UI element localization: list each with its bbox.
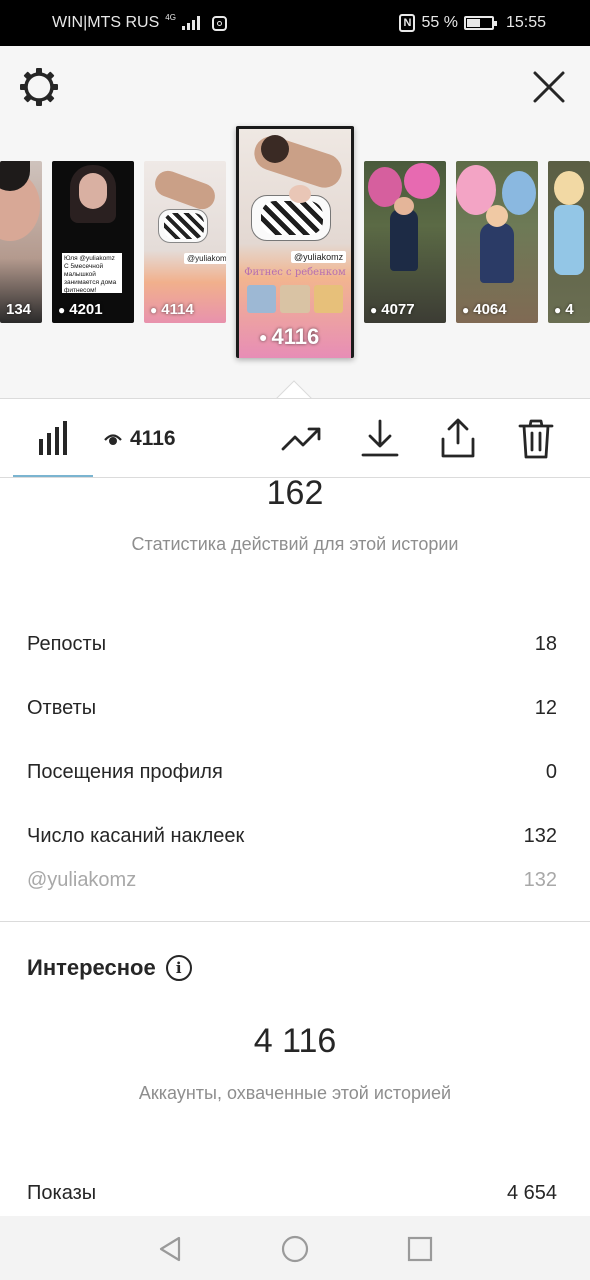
stat-value: 4 654 xyxy=(506,1182,557,1204)
stat-label: Показы xyxy=(27,1182,97,1204)
viewers-tab[interactable]: 4116 xyxy=(104,427,176,451)
nfc-icon: N xyxy=(399,14,416,32)
story-thumbnail[interactable]: @yuliakomz ●4114 xyxy=(144,161,226,323)
clock: 15:55 xyxy=(505,14,546,31)
download-icon[interactable] xyxy=(358,417,402,461)
mention-sticker: @yuliakomz xyxy=(291,251,347,263)
mention-sticker: @yuliakomz xyxy=(184,253,226,264)
story-thumbnail-selected[interactable]: @yuliakomz Фитнес с ребенком ● 4116 xyxy=(236,126,354,358)
close-icon[interactable] xyxy=(530,68,568,106)
selection-pointer xyxy=(276,380,312,399)
story-insights-tabbar: 4116 xyxy=(0,398,590,478)
stat-label: @yuliakomz xyxy=(27,869,137,891)
info-icon[interactable]: i xyxy=(165,955,192,981)
story-thumbnail[interactable]: 134 xyxy=(0,161,42,323)
eye-icon xyxy=(104,434,122,445)
battery-percent: 55 % xyxy=(421,14,458,31)
story-thumbnail[interactable]: ● 4064 xyxy=(456,161,538,323)
stat-label: Посещения профиля xyxy=(27,761,223,783)
system-navigation-bar xyxy=(0,1216,590,1280)
stat-row-replies: Ответы 12 xyxy=(27,697,557,720)
stat-row-shares: Репосты 18 xyxy=(27,633,557,656)
insights-bar-chart-icon[interactable] xyxy=(37,421,69,455)
stat-row-impressions: Показы 4 654 xyxy=(27,1182,557,1205)
home-circle-icon[interactable] xyxy=(280,1234,310,1264)
interactions-subtitle: Статистика действий для этой истории xyxy=(131,534,459,554)
status-bar: WIN|MTS RUS 4G N 55 % 15:55 xyxy=(0,0,590,46)
promote-trending-icon[interactable] xyxy=(280,417,324,461)
section-title: Интересное xyxy=(27,955,156,980)
story-thumbnail[interactable]: Юля @yuliakomz С 5месечной малышкой зани… xyxy=(52,161,134,323)
network-type: 4G xyxy=(165,13,176,22)
discovery-section-header: Интересное i xyxy=(27,955,192,981)
story-thumbnail[interactable]: ● 4077 xyxy=(364,161,446,323)
story-carousel-area: 134 Юля @yuliakomz С 5месечной малышкой … xyxy=(0,46,590,399)
story-thumbnail[interactable]: ● 4 xyxy=(548,161,590,323)
story-view-count: 4201 xyxy=(69,301,103,318)
story-view-count: 4 xyxy=(565,301,574,318)
instagram-notification-icon xyxy=(211,15,227,31)
stat-value: 132 xyxy=(523,825,557,847)
interactions-total: 162 xyxy=(266,474,324,512)
stat-row-sticker-taps: Число касаний наклеек 132 xyxy=(27,825,557,848)
signal-icon xyxy=(181,16,200,30)
stat-row-profile-visits: Посещения профиля 0 xyxy=(27,761,557,784)
back-triangle-icon[interactable] xyxy=(155,1234,185,1264)
viewers-count: 4116 xyxy=(130,427,176,450)
story-caption-sticker: Юля @yuliakomz С 5месечной малышкой зани… xyxy=(62,253,122,293)
stat-label: Ответы xyxy=(27,697,97,719)
stat-value: 132 xyxy=(523,869,557,891)
story-view-count: 4064 xyxy=(473,301,507,318)
carrier-name: WIN|MTS RUS xyxy=(52,14,160,31)
share-icon[interactable] xyxy=(436,417,480,461)
stat-label: Репосты xyxy=(27,633,107,655)
stat-value: 18 xyxy=(534,633,557,655)
section-divider xyxy=(0,921,590,922)
delete-trash-icon[interactable] xyxy=(514,417,558,461)
recents-square-icon[interactable] xyxy=(405,1234,435,1264)
stat-value: 0 xyxy=(545,761,557,783)
stat-row-mention-sticker: @yuliakomz 132 xyxy=(27,869,557,892)
settings-gear-icon[interactable] xyxy=(18,66,60,108)
story-caption: Фитнес с ребенком xyxy=(244,267,346,278)
reach-total: 4 116 xyxy=(253,1022,337,1060)
story-view-count: 4077 xyxy=(381,301,415,318)
story-view-count: 134 xyxy=(6,301,32,318)
stat-label: Число касаний наклеек xyxy=(27,825,245,847)
stat-value: 12 xyxy=(534,697,557,719)
story-thumbnails: 134 Юля @yuliakomz С 5месечной малышкой … xyxy=(0,126,590,366)
reach-subtitle: Аккаунты, охваченные этой историей xyxy=(138,1083,452,1103)
story-view-count: 4116 xyxy=(271,324,320,349)
battery-icon xyxy=(463,16,497,30)
story-view-count: 4114 xyxy=(161,301,194,318)
